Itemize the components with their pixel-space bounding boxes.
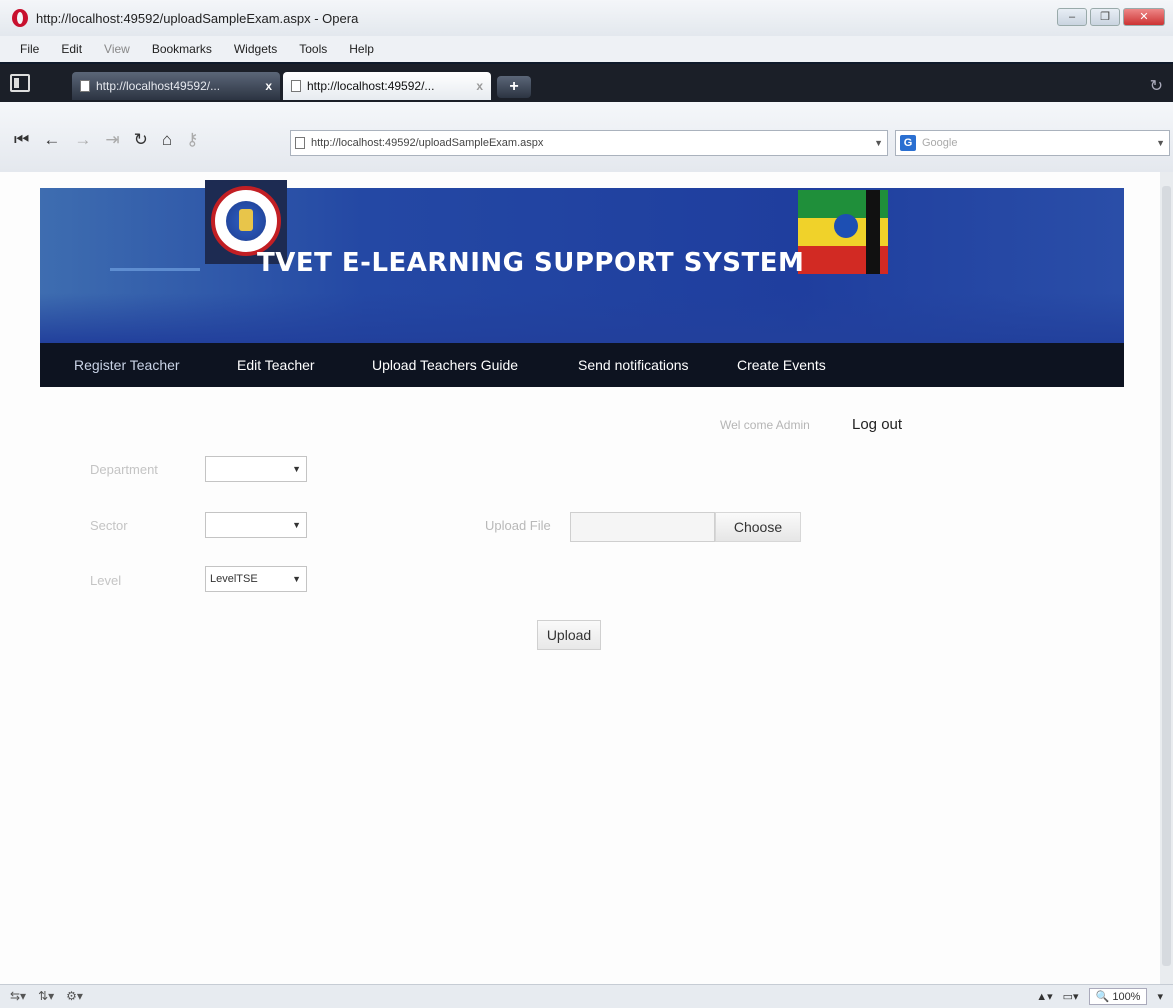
tab-label: http://localhost:49592/... — [307, 79, 435, 93]
home-icon[interactable]: ⌂ — [162, 130, 172, 150]
panel-icon[interactable]: ⇆▾ — [10, 989, 26, 1003]
address-dropdown-icon[interactable]: ▼ — [874, 138, 883, 148]
upload-button[interactable]: Upload — [537, 620, 601, 650]
menu-view[interactable]: View — [104, 42, 130, 56]
page-icon — [80, 80, 90, 92]
menu-help[interactable]: Help — [349, 42, 374, 56]
menu-file[interactable]: File — [20, 42, 39, 56]
logout-link[interactable]: Log out — [852, 416, 902, 433]
address-bar[interactable]: http://localhost:49592/uploadSampleExam.… — [290, 130, 888, 156]
site-nav: Register Teacher Edit Teacher Upload Tea… — [40, 343, 1124, 387]
ethiopian-flag-icon — [798, 190, 888, 274]
choose-file-button[interactable]: Choose — [715, 512, 801, 542]
menu-tools[interactable]: Tools — [299, 42, 327, 56]
search-field[interactable]: G Google ▼ — [895, 130, 1170, 156]
chevron-down-icon: ▼ — [292, 520, 301, 530]
window-controls: – ❐ ✕ — [1057, 8, 1165, 26]
search-engine-icon[interactable]: G — [900, 135, 916, 151]
sector-select[interactable]: ▼ — [205, 512, 307, 538]
menu-edit[interactable]: Edit — [61, 42, 82, 56]
vertical-scrollbar[interactable] — [1160, 172, 1173, 984]
fast-forward-icon[interactable]: ⇥ — [105, 130, 119, 150]
minimize-button[interactable]: – — [1057, 8, 1087, 26]
nav-upload-teachers-guide[interactable]: Upload Teachers Guide — [372, 357, 518, 373]
trash-icon[interactable]: ↻ — [1150, 76, 1163, 96]
menu-bar: File Edit View Bookmarks Widgets Tools H… — [0, 36, 1173, 62]
key-icon[interactable]: ⚷ — [186, 130, 198, 150]
rewind-icon[interactable]: ⏮ — [14, 130, 29, 150]
back-icon[interactable]: ← — [43, 130, 60, 150]
nav-send-notifications[interactable]: Send notifications — [578, 357, 689, 373]
scrollbar-thumb[interactable] — [1162, 186, 1171, 966]
zoom-dropdown-icon[interactable]: ▾ — [1157, 990, 1163, 1003]
site-title: TVET E-LEARNING SUPPORT SYSTEM — [257, 248, 805, 278]
reload-icon[interactable]: ↻ — [134, 130, 148, 150]
tab-close-icon[interactable]: x — [476, 79, 483, 93]
window-titlebar: http://localhost:49592/uploadSampleExam.… — [0, 0, 1173, 36]
page-icon — [295, 137, 305, 149]
settings-icon[interactable]: ⚙▾ — [66, 989, 83, 1003]
opera-logo-icon — [12, 9, 28, 27]
forward-icon[interactable]: → — [74, 130, 91, 150]
menu-widgets[interactable]: Widgets — [234, 42, 277, 56]
header-decoration — [110, 268, 200, 271]
tab-bar: http://localhost49592/... x http://local… — [0, 62, 1173, 102]
nav-register-teacher[interactable]: Register Teacher — [74, 357, 180, 373]
close-window-button[interactable]: ✕ — [1123, 8, 1165, 26]
department-select[interactable]: ▼ — [205, 456, 307, 482]
status-left-tools: ⇆▾ ⇅▾ ⚙▾ — [10, 989, 83, 1003]
zoom-control[interactable]: 🔍 100% — [1088, 988, 1148, 1005]
new-tab-button[interactable]: + — [497, 76, 531, 98]
sync-icon[interactable]: ⇅▾ — [38, 989, 54, 1003]
nav-buttons: ⏮ ← → ⇥ ↻ ⌂ ⚷ — [14, 130, 199, 150]
sector-label: Sector — [90, 518, 128, 533]
tab-active[interactable]: http://localhost:49592/... x — [283, 72, 491, 100]
chevron-down-icon: ▼ — [292, 464, 301, 474]
view-icon[interactable]: ▭▾ — [1063, 990, 1079, 1003]
welcome-text: Wel come Admin — [720, 418, 810, 432]
level-select[interactable]: LevelTSE ▼ — [205, 566, 307, 592]
search-placeholder: Google — [922, 137, 958, 149]
tab-label: http://localhost49592/... — [96, 79, 221, 93]
zoom-icon: 🔍 — [1095, 991, 1110, 1003]
status-bar: ⇆▾ ⇅▾ ⚙▾ ▲▾ ▭▾ 🔍 100% ▾ — [0, 984, 1173, 1008]
site-header: TVET E-LEARNING SUPPORT SYSTEM — [40, 180, 1124, 343]
search-dropdown-icon[interactable]: ▼ — [1156, 138, 1165, 148]
level-label: Level — [90, 573, 122, 588]
logo-emblem-icon — [211, 186, 281, 256]
upload-file-label: Upload File — [485, 518, 551, 533]
address-text: http://localhost:49592/uploadSampleExam.… — [311, 137, 544, 149]
file-path-field[interactable] — [570, 512, 715, 542]
turbo-icon[interactable]: ▲▾ — [1036, 990, 1052, 1003]
panel-toggle-icon[interactable] — [10, 74, 30, 92]
chevron-down-icon: ▼ — [292, 574, 301, 584]
level-value: LevelTSE — [210, 573, 258, 585]
menu-bookmarks[interactable]: Bookmarks — [152, 42, 212, 56]
navigation-toolbar: ⏮ ← → ⇥ ↻ ⌂ ⚷ http://localhost:49592/upl… — [0, 102, 1173, 172]
zoom-level: 100% — [1112, 991, 1141, 1003]
page-icon — [291, 80, 301, 92]
window-title: http://localhost:49592/uploadSampleExam.… — [36, 11, 359, 26]
nav-create-events[interactable]: Create Events — [737, 357, 826, 373]
nav-edit-teacher[interactable]: Edit Teacher — [237, 357, 315, 373]
department-label: Department — [90, 462, 158, 477]
tab-inactive[interactable]: http://localhost49592/... x — [72, 72, 280, 100]
tab-close-icon[interactable]: x — [265, 79, 272, 93]
status-right-tools: ▲▾ ▭▾ 🔍 100% ▾ — [1036, 988, 1163, 1005]
maximize-button[interactable]: ❐ — [1090, 8, 1120, 26]
